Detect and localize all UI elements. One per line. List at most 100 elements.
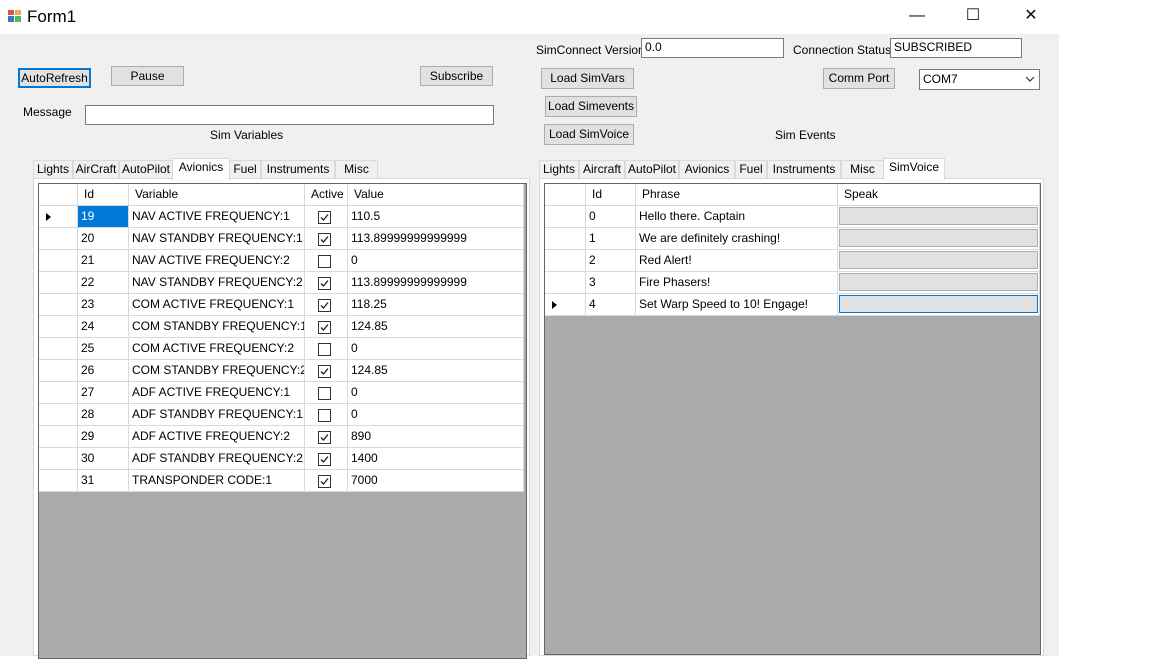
cell-variable[interactable]: ADF ACTIVE FREQUENCY:2 xyxy=(129,426,305,448)
sim-variables-grid[interactable]: Id Variable Active Value 19 NAV ACTIVE FREQUE… xyxy=(38,183,527,659)
sim-voice-grid[interactable]: Id Phrase Speak 0 Hello there. Captain 1 We ar… xyxy=(544,183,1041,655)
row-header[interactable] xyxy=(39,206,78,228)
cell-value[interactable]: 124.85 xyxy=(348,316,524,338)
tab-avionics[interactable]: Avionics xyxy=(172,158,230,180)
cell-variable[interactable]: ADF STANDBY FREQUENCY:2 xyxy=(129,448,305,470)
column-header-id[interactable]: Id xyxy=(586,184,636,206)
cell-speak[interactable] xyxy=(838,294,1040,316)
cell-value[interactable]: 7000 xyxy=(348,470,524,492)
row-header[interactable] xyxy=(39,470,78,492)
row-header[interactable] xyxy=(39,382,78,404)
row-header[interactable] xyxy=(545,228,586,250)
cell-value[interactable]: 0 xyxy=(348,404,524,426)
load-simvoice-button[interactable]: Load SimVoice xyxy=(544,124,634,145)
cell-variable[interactable]: ADF STANDBY FREQUENCY:1 xyxy=(129,404,305,426)
cell-active[interactable] xyxy=(305,250,348,272)
cell-active[interactable] xyxy=(305,272,348,294)
row-header[interactable] xyxy=(39,228,78,250)
cell-active[interactable] xyxy=(305,338,348,360)
cell-id[interactable]: 24 xyxy=(78,316,129,338)
cell-id[interactable]: 25 xyxy=(78,338,129,360)
row-header[interactable] xyxy=(545,294,586,316)
speak-button[interactable] xyxy=(839,229,1038,247)
cell-id[interactable]: 3 xyxy=(586,272,636,294)
cell-speak[interactable] xyxy=(838,228,1040,250)
cell-id[interactable]: 4 xyxy=(586,294,636,316)
cell-id[interactable]: 0 xyxy=(586,206,636,228)
cell-speak[interactable] xyxy=(838,206,1040,228)
cell-active[interactable] xyxy=(305,294,348,316)
tab-avionics[interactable]: Avionics xyxy=(679,160,735,178)
cell-active[interactable] xyxy=(305,206,348,228)
subscribe-button[interactable]: Subscribe xyxy=(420,66,493,86)
speak-button[interactable] xyxy=(839,251,1038,269)
message-field[interactable] xyxy=(85,105,494,125)
cell-active[interactable] xyxy=(305,404,348,426)
checkbox-checked[interactable] xyxy=(318,321,331,334)
cell-variable[interactable]: NAV ACTIVE FREQUENCY:2 xyxy=(129,250,305,272)
maximize-icon[interactable]: ☐ xyxy=(950,6,996,26)
checkbox-checked[interactable] xyxy=(318,277,331,290)
cell-speak[interactable] xyxy=(838,272,1040,294)
row-header[interactable] xyxy=(39,294,78,316)
row-header[interactable] xyxy=(39,250,78,272)
checkbox-checked[interactable] xyxy=(318,211,331,224)
checkbox-checked[interactable] xyxy=(318,233,331,246)
minimize-icon[interactable]: — xyxy=(894,6,940,26)
speak-button[interactable] xyxy=(839,295,1038,313)
cell-variable[interactable]: NAV ACTIVE FREQUENCY:1 xyxy=(129,206,305,228)
tab-lights[interactable]: Lights xyxy=(33,160,73,178)
cell-active[interactable] xyxy=(305,316,348,338)
column-header-active[interactable]: Active xyxy=(305,184,348,206)
cell-id[interactable]: 2 xyxy=(586,250,636,272)
cell-variable[interactable]: TRANSPONDER CODE:1 xyxy=(129,470,305,492)
row-header[interactable] xyxy=(545,272,586,294)
column-header-value[interactable]: Value xyxy=(348,184,524,206)
row-header[interactable] xyxy=(39,338,78,360)
cell-id[interactable]: 23 xyxy=(78,294,129,316)
column-header-phrase[interactable]: Phrase xyxy=(636,184,838,206)
tab-misc[interactable]: Misc xyxy=(841,160,884,178)
tab-aircraft[interactable]: Aircraft xyxy=(579,160,625,178)
column-header-id[interactable]: Id xyxy=(78,184,129,206)
simconnect-version-field[interactable]: 0.0 xyxy=(641,38,784,58)
checkbox-checked[interactable] xyxy=(318,299,331,312)
cell-id[interactable]: 1 xyxy=(586,228,636,250)
cell-id[interactable]: 19 xyxy=(78,206,129,228)
checkbox-unchecked[interactable] xyxy=(318,409,331,422)
row-header[interactable] xyxy=(545,206,586,228)
cell-id[interactable]: 28 xyxy=(78,404,129,426)
row-header[interactable] xyxy=(39,448,78,470)
tab-fuel[interactable]: Fuel xyxy=(735,160,767,178)
pause-button[interactable]: Pause xyxy=(111,66,184,86)
column-header-speak[interactable]: Speak xyxy=(838,184,1040,206)
app-icon[interactable] xyxy=(8,10,21,22)
cell-value[interactable]: 0 xyxy=(348,382,524,404)
tab-instruments[interactable]: Instruments xyxy=(261,160,335,178)
cell-id[interactable]: 27 xyxy=(78,382,129,404)
cell-variable[interactable]: COM ACTIVE FREQUENCY:2 xyxy=(129,338,305,360)
cell-active[interactable] xyxy=(305,382,348,404)
cell-variable[interactable]: COM STANDBY FREQUENCY:2 xyxy=(129,360,305,382)
cell-active[interactable] xyxy=(305,360,348,382)
tab-fuel[interactable]: Fuel xyxy=(229,160,261,178)
cell-id[interactable]: 30 xyxy=(78,448,129,470)
cell-id[interactable]: 20 xyxy=(78,228,129,250)
cell-variable[interactable]: COM ACTIVE FREQUENCY:1 xyxy=(129,294,305,316)
checkbox-unchecked[interactable] xyxy=(318,255,331,268)
cell-phrase[interactable]: We are definitely crashing! xyxy=(636,228,838,250)
cell-value[interactable]: 110.5 xyxy=(348,206,524,228)
autorefresh-button[interactable]: AutoRefresh xyxy=(18,68,91,88)
cell-variable[interactable]: COM STANDBY FREQUENCY:1 xyxy=(129,316,305,338)
cell-speak[interactable] xyxy=(838,250,1040,272)
comm-port-button[interactable]: Comm Port xyxy=(823,68,895,89)
speak-button[interactable] xyxy=(839,207,1038,225)
checkbox-unchecked[interactable] xyxy=(318,387,331,400)
row-header[interactable] xyxy=(39,272,78,294)
column-header-variable[interactable]: Variable xyxy=(129,184,305,206)
tab-lights[interactable]: Lights xyxy=(539,160,579,178)
speak-button[interactable] xyxy=(839,273,1038,291)
tab-aircraft[interactable]: AirCraft xyxy=(73,160,119,178)
cell-active[interactable] xyxy=(305,470,348,492)
cell-active[interactable] xyxy=(305,426,348,448)
